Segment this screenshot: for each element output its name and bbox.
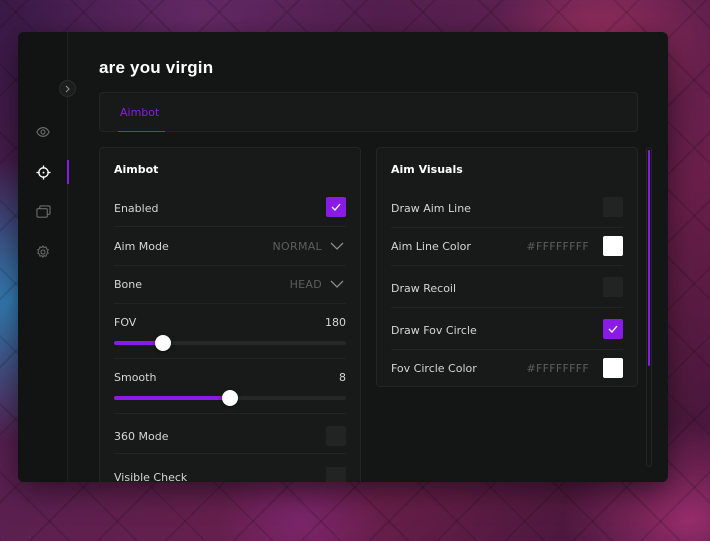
360-mode-checkbox[interactable] [326,426,346,446]
panel-title: Aim Visuals [391,163,463,176]
aim-mode-row[interactable]: Aim Mode NORMAL [114,228,346,266]
enabled-row: Enabled [114,190,346,227]
draw-recoil-label: Draw Recoil [391,282,457,295]
scrollbar[interactable] [646,147,652,467]
aim-line-color-row: Aim Line Color #FFFFFFFF [391,228,623,266]
aim-line-color-hex: #FFFFFFFF [526,240,589,253]
fov-slider[interactable] [114,335,346,351]
layers-icon [35,205,51,218]
visible-check-checkbox[interactable] [326,467,346,482]
chevron-down-icon[interactable] [330,242,344,250]
draw-aim-line-checkbox[interactable] [603,197,623,217]
draw-recoil-checkbox[interactable] [603,277,623,297]
bone-row[interactable]: Bone HEAD [114,266,346,304]
visible-check-label: Visible Check [114,471,188,482]
fov-circle-color-swatch[interactable] [603,358,623,378]
enabled-checkbox[interactable] [326,197,346,217]
fov-circle-color-row: Fov Circle Color #FFFFFFFF [391,350,623,386]
fov-value: 180 [325,316,346,329]
smooth-slider-thumb[interactable] [222,390,238,406]
fov-label: FOV [114,316,137,329]
360-mode-row: 360 Mode [114,414,346,454]
fov-circle-color-hex: #FFFFFFFF [526,362,589,375]
sidebar-item-settings[interactable] [18,240,68,264]
tab-bar: Aimbot [99,92,638,132]
smooth-slider[interactable] [114,390,346,406]
sidebar-expand-button[interactable] [59,80,76,97]
aim-mode-label: Aim Mode [114,240,169,253]
aim-line-color-swatch[interactable] [603,236,623,256]
chevron-down-icon[interactable] [330,280,344,288]
fov-row: FOV 180 [114,304,346,359]
draw-aim-line-label: Draw Aim Line [391,202,471,215]
window-title: are you virgin [99,58,214,77]
aimbot-panel: Aimbot Enabled Aim Mode NORMAL Bone HEAD… [99,147,361,482]
bone-dropdown[interactable]: HEAD [290,278,322,291]
visible-check-row: Visible Check [114,454,346,482]
cheat-menu-window: are you virgin Aimbot Aimbot Enabled Aim… [18,32,668,482]
fov-slider-thumb[interactable] [154,335,171,351]
aim-mode-dropdown[interactable]: NORMAL [273,240,322,253]
draw-fov-circle-row: Draw Fov Circle [391,308,623,350]
panel-title: Aimbot [114,163,159,176]
fov-circle-color-label: Fov Circle Color [391,362,477,375]
sidebar-item-aimbot[interactable] [18,160,69,184]
draw-recoil-row: Draw Recoil [391,266,623,308]
enabled-label: Enabled [114,202,159,215]
gear-icon [37,245,49,258]
draw-aim-line-row: Draw Aim Line [391,190,623,228]
chevron-right-icon [65,85,70,92]
bone-label: Bone [114,278,143,291]
smooth-slider-fill [114,396,230,400]
aim-visuals-panel: Aim Visuals Draw Aim Line Aim Line Color… [376,147,638,387]
eye-icon [36,127,50,137]
tab-aimbot[interactable]: Aimbot [118,93,166,132]
scrollbar-thumb[interactable] [648,150,650,366]
checkmark-icon [608,325,618,333]
sidebar-item-misc[interactable] [18,200,68,224]
smooth-label: Smooth [114,371,157,384]
draw-fov-circle-label: Draw Fov Circle [391,324,477,337]
360-mode-label: 360 Mode [114,430,169,443]
checkmark-icon [331,203,341,211]
sidebar [18,32,69,482]
smooth-row: Smooth 8 [114,359,346,414]
sidebar-item-visuals[interactable] [18,120,68,144]
crosshair-icon [35,164,51,180]
smooth-value: 8 [339,371,346,384]
aim-line-color-label: Aim Line Color [391,240,471,253]
draw-fov-circle-checkbox[interactable] [603,319,623,339]
